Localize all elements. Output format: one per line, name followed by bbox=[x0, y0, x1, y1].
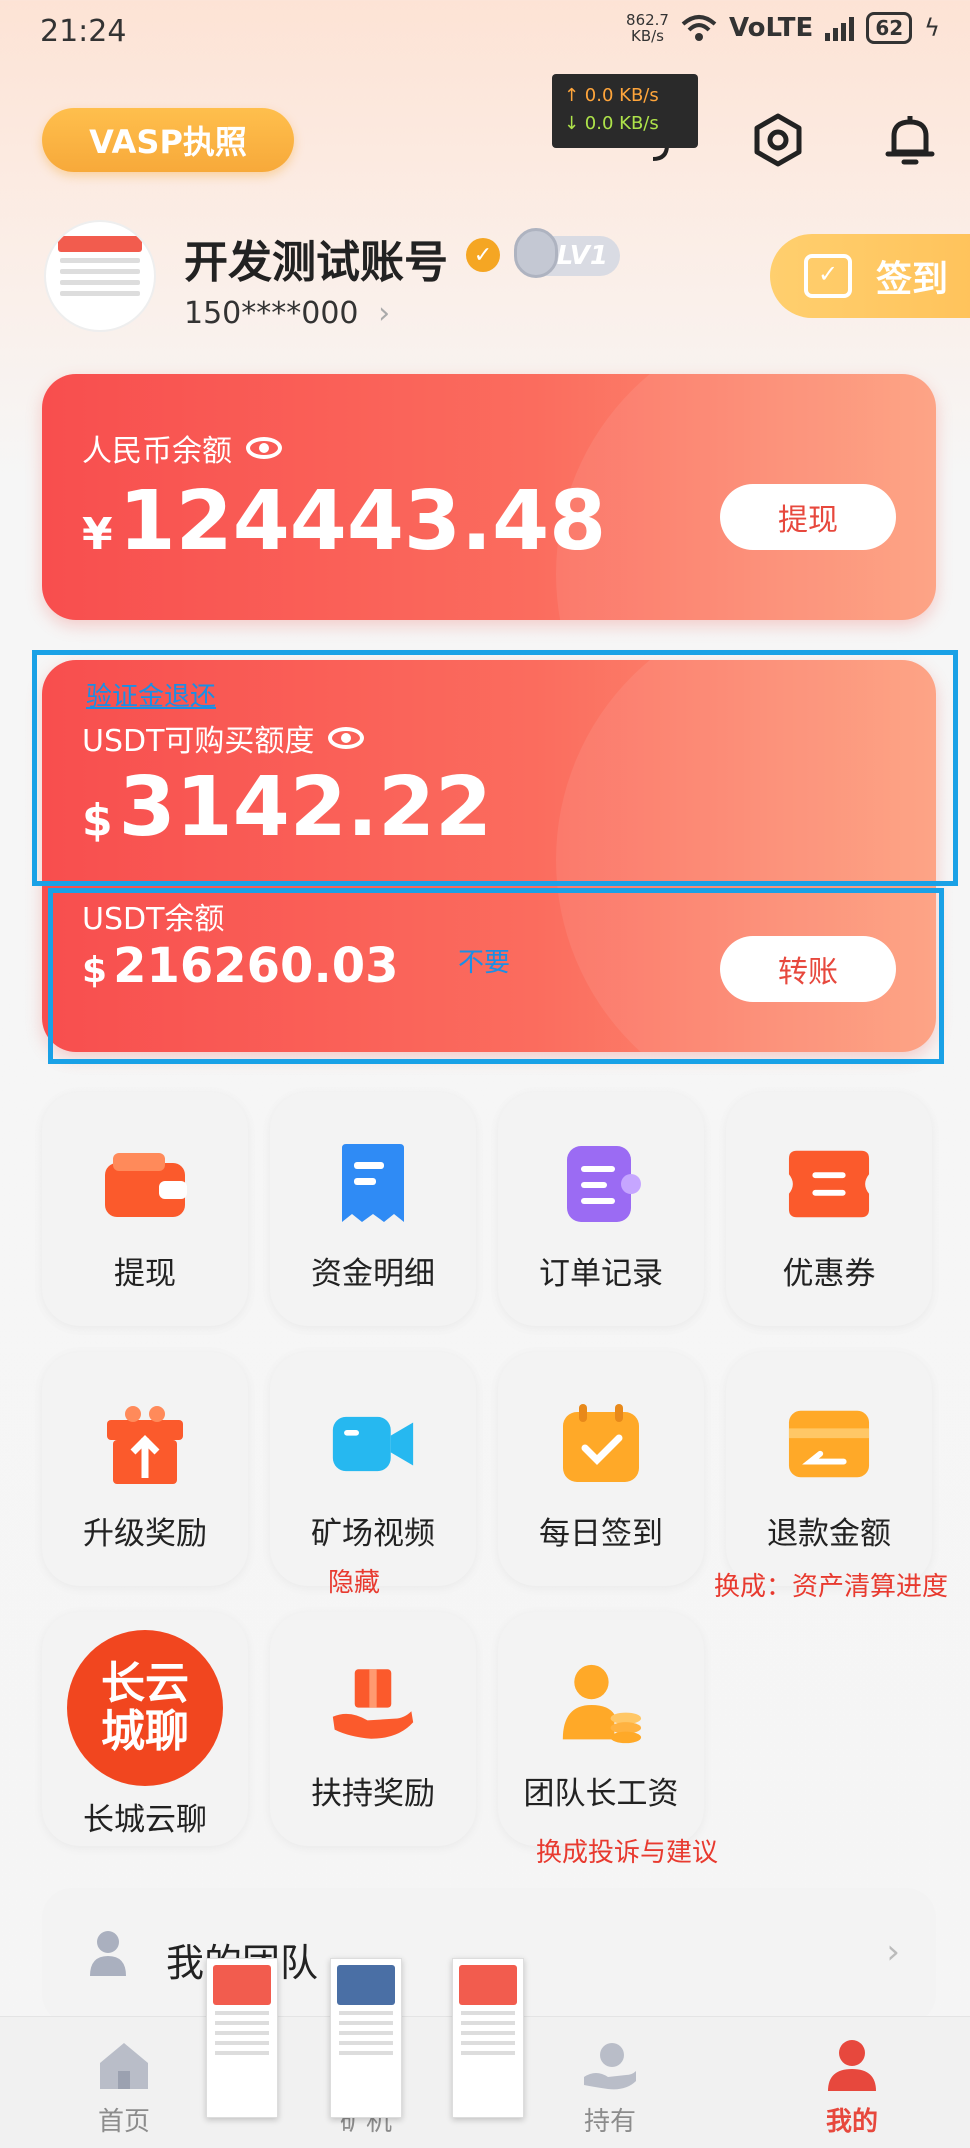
calendar-check-icon bbox=[559, 1402, 643, 1486]
grid-item-leader-salary[interactable]: 团队长工资 bbox=[498, 1612, 704, 1846]
withdraw-button[interactable]: 提现 bbox=[720, 484, 896, 550]
gift-box-icon bbox=[103, 1402, 187, 1486]
annotation-replace-progress: 换成：资产清算进度 bbox=[714, 1572, 949, 1602]
chevron-right-icon: › bbox=[886, 1932, 900, 1972]
grid-item-fund-details[interactable]: 资金明细 bbox=[270, 1092, 476, 1326]
settings-hexagon-icon[interactable] bbox=[748, 110, 808, 170]
coupon-icon bbox=[787, 1142, 871, 1226]
calendar-icon bbox=[804, 254, 852, 298]
rmb-balance-card: 人民币余额 ¥124443.48 提现 bbox=[42, 374, 936, 620]
wallet-icon bbox=[103, 1142, 187, 1226]
charging-icon: ϟ bbox=[924, 14, 940, 42]
medal-icon bbox=[514, 228, 558, 278]
wifi-icon bbox=[681, 15, 717, 41]
rmb-balance-label: 人民币余额 bbox=[82, 426, 282, 470]
recent-app-thumbnail[interactable] bbox=[330, 1958, 402, 2118]
level-badge: LV1 bbox=[514, 228, 620, 278]
leader-salary-icon bbox=[559, 1662, 643, 1746]
grid-item-greatwall-chat[interactable]: 长云城聊 长城云聊 bbox=[42, 1612, 248, 1846]
hand-gift-icon bbox=[331, 1662, 415, 1746]
greatwall-chat-logo: 长云城聊 bbox=[67, 1630, 223, 1786]
network-speed: 862.7 KB/s bbox=[626, 11, 669, 45]
grid-item-support-reward[interactable]: 扶持奖励 bbox=[270, 1612, 476, 1846]
daily-signin-button[interactable]: 签到 bbox=[770, 234, 970, 318]
signal-icon bbox=[825, 15, 855, 41]
rmb-balance-amount: ¥124443.48 bbox=[82, 474, 607, 569]
grid-item-mine-video[interactable]: 矿场视频 bbox=[270, 1352, 476, 1586]
network-type: VoLTE bbox=[728, 13, 814, 43]
annotation-not-needed: 不要 bbox=[458, 948, 511, 978]
annotation-hide: 隐藏 bbox=[328, 1568, 381, 1598]
grid-item-withdraw[interactable]: 提现 bbox=[42, 1092, 248, 1326]
nav-home[interactable]: 首页 bbox=[64, 2037, 184, 2138]
transfer-button[interactable]: 转账 bbox=[720, 936, 896, 1002]
holdings-icon bbox=[584, 2043, 636, 2090]
home-icon bbox=[100, 2043, 148, 2089]
battery-icon: 62 bbox=[866, 12, 913, 44]
profile-icon bbox=[828, 2040, 876, 2091]
grid-item-coupons[interactable]: 优惠券 bbox=[726, 1092, 932, 1326]
annotation-replace-complaint: 换成投诉与建议 bbox=[536, 1838, 719, 1868]
nav-holdings[interactable]: 持有 bbox=[550, 2037, 670, 2138]
eye-icon[interactable] bbox=[246, 437, 282, 459]
status-icons: 862.7 KB/s VoLTE 62 ϟ bbox=[626, 12, 940, 44]
avatar[interactable] bbox=[44, 220, 156, 332]
refund-card-icon bbox=[787, 1402, 871, 1486]
recent-app-thumbnail[interactable] bbox=[452, 1958, 524, 2118]
nav-profile[interactable]: 我的 bbox=[792, 2037, 912, 2138]
network-speed-overlay: ↑ 0.0 KB/s ↓ 0.0 KB/s bbox=[552, 74, 698, 148]
notification-bell-icon[interactable] bbox=[880, 110, 940, 170]
grid-item-upgrade-reward[interactable]: 升级奖励 bbox=[42, 1352, 248, 1586]
grid-item-daily-signin[interactable]: 每日签到 bbox=[498, 1352, 704, 1586]
team-user-icon bbox=[90, 1931, 126, 1976]
status-time: 21:24 bbox=[40, 14, 127, 49]
grid-item-refund-amount[interactable]: 退款金额 bbox=[726, 1352, 932, 1586]
grid-item-order-records[interactable]: 订单记录 bbox=[498, 1092, 704, 1326]
annotation-deposit-refund: 验证金退还 bbox=[86, 682, 217, 712]
username: 开发测试账号 bbox=[184, 237, 448, 288]
phone-number[interactable]: 150****000 › bbox=[184, 296, 390, 331]
verified-check-icon: ✓ bbox=[466, 238, 500, 272]
receipt-icon bbox=[331, 1142, 415, 1226]
order-list-icon bbox=[559, 1142, 643, 1226]
recent-app-thumbnail[interactable] bbox=[206, 1958, 278, 2118]
vasp-license-button[interactable]: VASP执照 bbox=[42, 108, 294, 172]
chevron-right-icon: › bbox=[378, 296, 391, 331]
video-camera-icon bbox=[331, 1402, 415, 1486]
